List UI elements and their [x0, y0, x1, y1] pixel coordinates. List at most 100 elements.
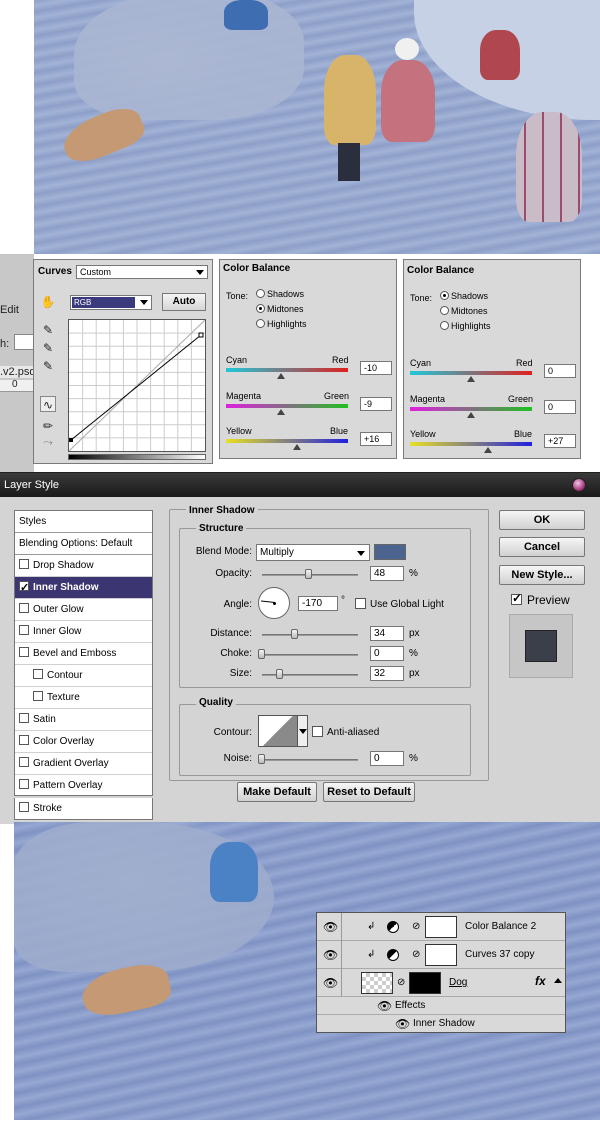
layer-mask-thumbnail[interactable] — [425, 944, 457, 966]
tone-radio-midtones[interactable]: Midtones — [256, 304, 304, 314]
contour-preview[interactable] — [258, 715, 298, 747]
cyan-red-value[interactable]: -10 — [360, 361, 392, 375]
checkbox-icon[interactable] — [19, 559, 29, 569]
tone-radio-highlights[interactable]: Highlights — [256, 319, 307, 329]
angle-input[interactable]: -170 — [298, 596, 338, 611]
slider-thumb[interactable] — [484, 447, 493, 453]
layer-name[interactable]: Color Balance 2 — [465, 921, 536, 932]
layer-mask-thumbnail[interactable] — [409, 972, 441, 994]
opacity-input[interactable]: 48 — [370, 566, 404, 581]
distance-slider[interactable] — [262, 634, 358, 636]
yellow-blue-value[interactable]: +16 — [360, 432, 392, 446]
checkbox-icon[interactable] — [19, 625, 29, 635]
opacity-slider-thumb[interactable] — [305, 569, 312, 579]
yellow-blue-slider[interactable] — [226, 439, 348, 443]
eye-icon[interactable]: 👁 — [323, 948, 338, 962]
checkbox-icon[interactable] — [19, 757, 29, 767]
ok-button[interactable]: OK — [499, 510, 585, 530]
layer-thumbnail[interactable] — [361, 972, 393, 994]
tone-radio-midtones[interactable]: Midtones — [440, 306, 488, 316]
slider-thumb[interactable] — [276, 373, 285, 379]
reset-default-button[interactable]: Reset to Default — [323, 782, 415, 802]
eye-icon[interactable]: 👁 — [323, 920, 338, 934]
checkbox-icon[interactable] — [33, 691, 43, 701]
choke-slider[interactable] — [262, 654, 358, 656]
slider-thumb[interactable] — [467, 376, 475, 382]
style-bevel-emboss[interactable]: Bevel and Emboss — [15, 643, 152, 665]
magenta-green-slider[interactable] — [226, 404, 348, 408]
tone-radio-highlights[interactable]: Highlights — [440, 321, 491, 331]
size-input[interactable]: 32 — [370, 666, 404, 681]
yellow-blue-value[interactable]: +27 — [544, 434, 576, 448]
checkbox-icon[interactable] — [19, 647, 29, 657]
anti-aliased-checkbox[interactable] — [312, 726, 323, 737]
layer-mask-thumbnail[interactable] — [425, 916, 457, 938]
tone-radio-shadows[interactable]: Shadows — [440, 291, 488, 301]
magenta-green-slider[interactable] — [410, 407, 532, 411]
pencil-icon[interactable]: ✏ — [40, 418, 56, 434]
eye-icon[interactable]: 👁 — [323, 976, 338, 990]
checkbox-icon[interactable] — [19, 713, 29, 723]
noise-slider[interactable] — [262, 759, 358, 761]
yellow-blue-slider[interactable] — [410, 442, 532, 446]
choke-slider-thumb[interactable] — [258, 649, 265, 659]
link-icon[interactable]: ⊘ — [412, 921, 420, 932]
curves-channel-select[interactable]: RGB — [70, 295, 152, 310]
checkbox-icon[interactable] — [19, 779, 29, 789]
styles-list-item[interactable]: Styles — [15, 511, 152, 533]
effect-item-row[interactable]: 👁 Inner Shadow — [317, 1015, 565, 1033]
angle-dial[interactable] — [258, 587, 290, 619]
magenta-green-value[interactable]: 0 — [544, 400, 576, 414]
slider-thumb[interactable] — [292, 444, 301, 450]
style-color-overlay[interactable]: Color Overlay — [15, 731, 152, 753]
preview-checkbox[interactable] — [511, 591, 522, 605]
layer-row[interactable]: 👁 ⊘ Dog fx — [317, 969, 565, 997]
chevron-down-icon[interactable] — [298, 715, 308, 747]
layer-name[interactable]: Curves 37 copy — [465, 949, 534, 960]
curves-auto-button[interactable]: Auto — [162, 293, 206, 311]
noise-input[interactable]: 0 — [370, 751, 404, 766]
distance-input[interactable]: 34 — [370, 626, 404, 641]
style-stroke[interactable]: Stroke — [14, 798, 153, 820]
layer-row[interactable]: 👁 ↲ ⊘ Curves 37 copy — [317, 941, 565, 969]
link-icon[interactable]: ⊘ — [412, 949, 420, 960]
tone-radio-shadows[interactable]: Shadows — [256, 289, 304, 299]
cyan-red-value[interactable]: 0 — [544, 364, 576, 378]
options-field[interactable] — [14, 334, 34, 350]
checkbox-icon[interactable] — [19, 802, 29, 812]
link-icon[interactable]: ⊘ — [397, 977, 405, 988]
layer-name[interactable]: Dog — [449, 977, 467, 988]
styles-list-item[interactable]: Blending Options: Default — [15, 533, 152, 555]
shadow-color-swatch[interactable] — [374, 544, 406, 560]
checkbox-icon[interactable] — [33, 669, 43, 679]
slider-thumb[interactable] — [467, 412, 475, 418]
noise-slider-thumb[interactable] — [258, 754, 265, 764]
cancel-button[interactable]: Cancel — [499, 537, 585, 557]
blend-mode-select[interactable]: Multiply — [256, 544, 370, 561]
gray-eyedropper-icon[interactable]: ✎ — [40, 340, 56, 356]
slider-thumb[interactable] — [276, 409, 285, 415]
use-global-light-checkbox[interactable] — [355, 598, 366, 609]
make-default-button[interactable]: Make Default — [237, 782, 317, 802]
style-inner-glow[interactable]: Inner Glow — [15, 621, 152, 643]
fx-icon[interactable]: fx — [535, 974, 546, 988]
smooth-icon[interactable]: ⤳ — [40, 434, 56, 450]
size-slider-thumb[interactable] — [276, 669, 283, 679]
white-eyedropper-icon[interactable]: ✎ — [40, 358, 56, 374]
effects-row[interactable]: 👁 Effects — [317, 997, 565, 1015]
chevron-up-icon[interactable] — [554, 978, 562, 983]
style-contour[interactable]: Contour — [15, 665, 152, 687]
style-outer-glow[interactable]: Outer Glow — [15, 599, 152, 621]
choke-input[interactable]: 0 — [370, 646, 404, 661]
style-texture[interactable]: Texture — [15, 687, 152, 709]
menu-edit[interactable]: Edit — [0, 304, 19, 316]
cyan-red-slider[interactable] — [226, 368, 348, 372]
style-pattern-overlay[interactable]: Pattern Overlay — [15, 775, 152, 797]
checkbox-icon[interactable] — [19, 578, 29, 599]
document-tab[interactable]: .v2.psd — [0, 366, 35, 378]
curve-tool-icon[interactable]: ∿ — [40, 396, 56, 412]
curves-preset-select[interactable]: Custom — [76, 265, 208, 279]
layer-row[interactable]: 👁 ↲ ⊘ Color Balance 2 — [317, 913, 565, 941]
distance-slider-thumb[interactable] — [291, 629, 298, 639]
style-drop-shadow[interactable]: Drop Shadow — [15, 555, 152, 577]
